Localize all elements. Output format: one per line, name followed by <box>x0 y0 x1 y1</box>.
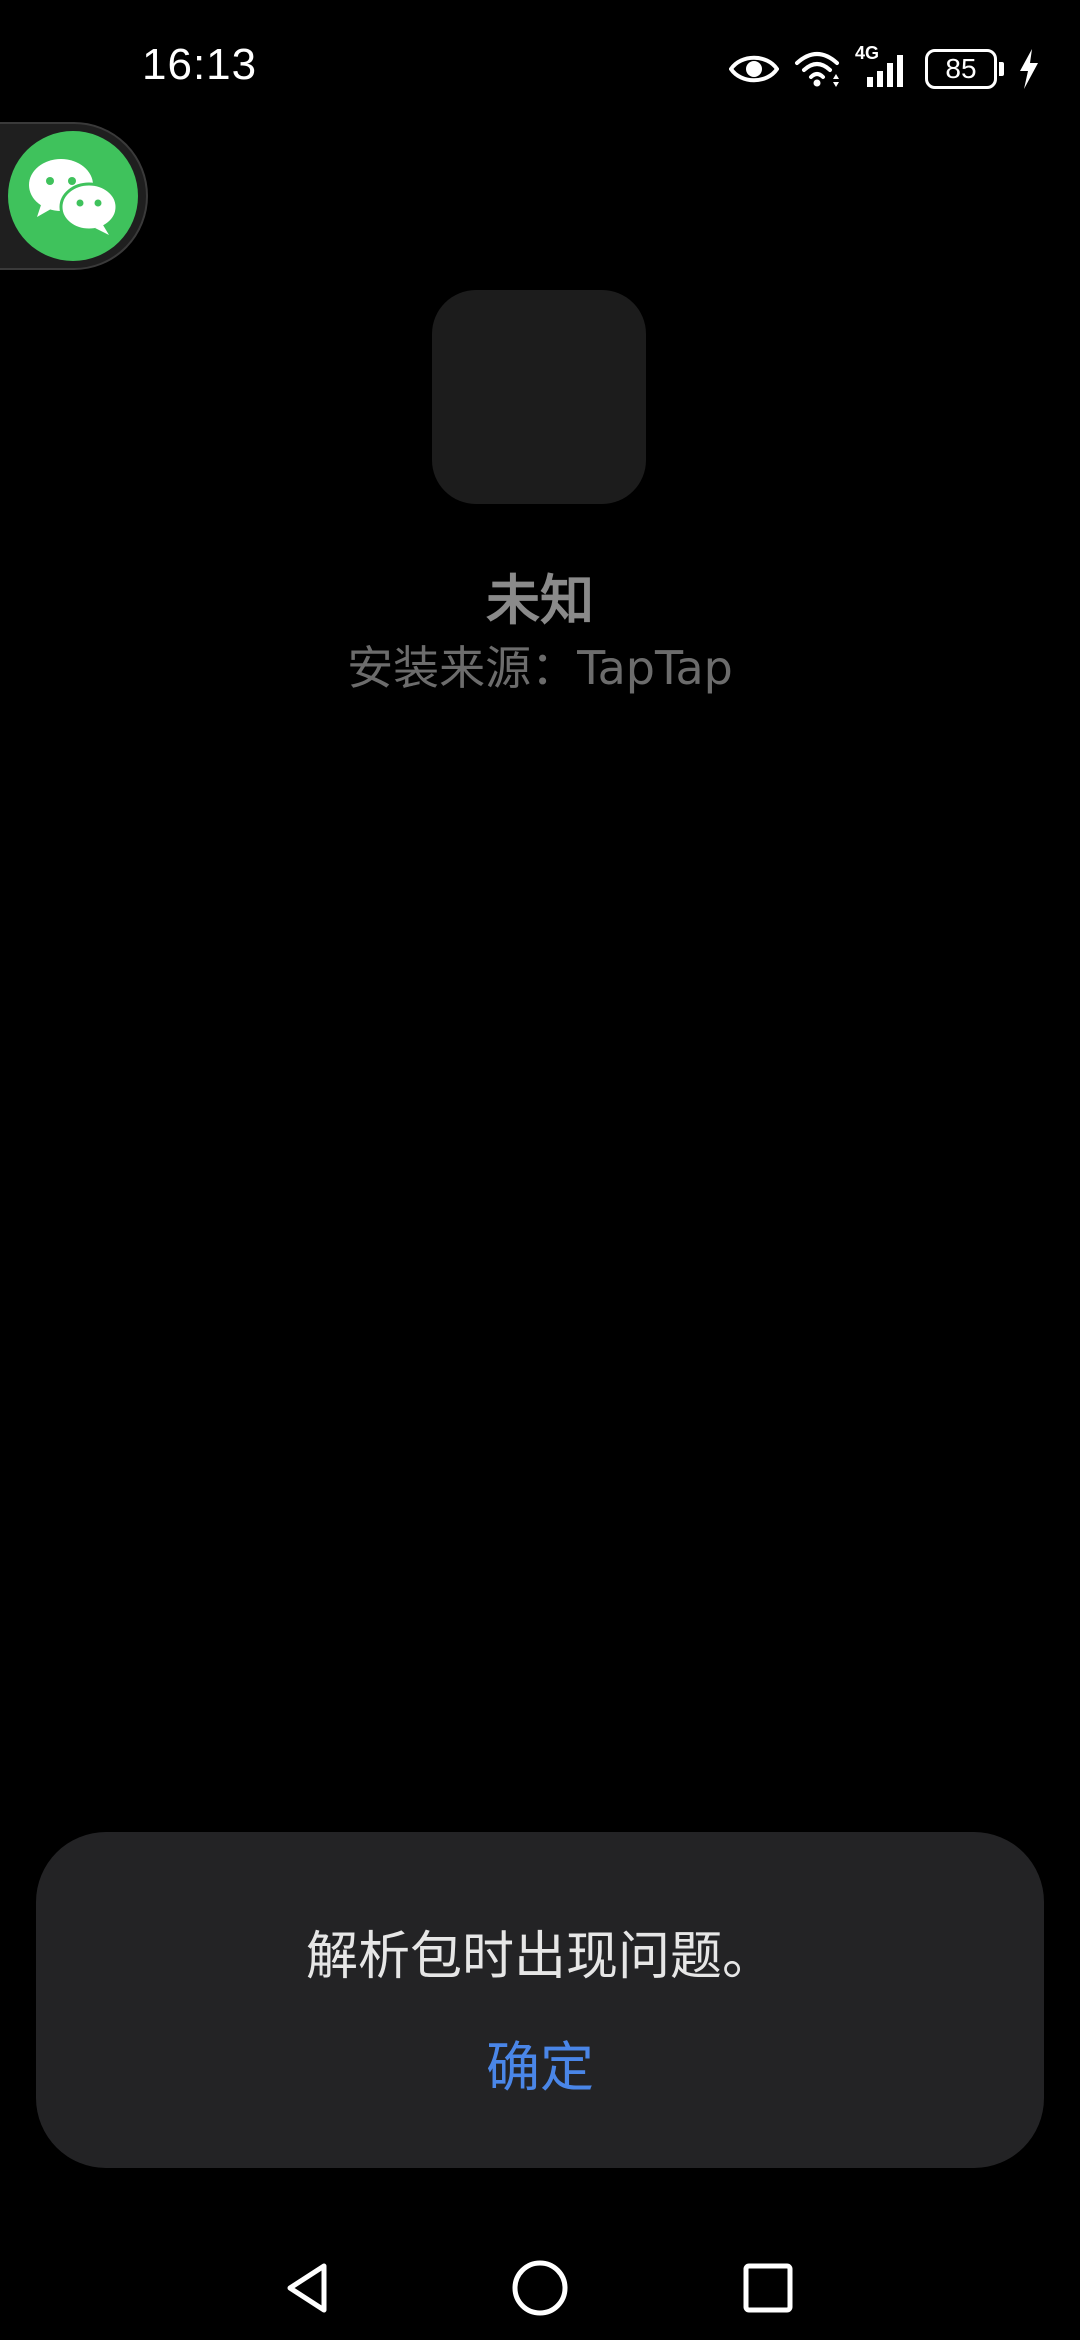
eye-icon <box>729 52 779 86</box>
wifi-icon <box>793 49 841 89</box>
battery-tip <box>999 62 1004 76</box>
wechat-icon <box>8 131 138 261</box>
app-icon-placeholder <box>432 290 646 504</box>
app-name: 未知 <box>486 569 594 632</box>
navigation-bar <box>0 2220 1080 2340</box>
confirm-button[interactable]: 确定 <box>440 2028 640 2108</box>
status-icons: 4G 85 <box>729 43 1040 94</box>
dialog-message: 解析包时出现问题。 <box>305 1927 774 1987</box>
install-source: 安装来源：TapTap <box>347 641 733 695</box>
battery-level: 85 <box>925 49 997 89</box>
battery-icon: 85 <box>925 49 1004 89</box>
back-button[interactable] <box>268 2250 348 2330</box>
screen: 16:13 4G 85 未知 安装来源：TapTap 解析包时出现问题。 确定 <box>0 0 1080 2340</box>
back-triangle-icon <box>280 2260 336 2320</box>
recents-square-icon <box>740 2260 796 2320</box>
home-button[interactable] <box>500 2250 580 2330</box>
recents-button[interactable] <box>728 2250 808 2330</box>
network-type-label: 4G <box>855 43 880 63</box>
floating-wechat-bubble[interactable] <box>0 122 148 270</box>
status-time: 16:13 <box>142 40 258 89</box>
charging-bolt-icon <box>1018 49 1040 89</box>
status-bar: 16:13 4G 85 <box>0 0 1080 130</box>
cellular-signal-icon: 4G <box>855 43 911 89</box>
error-dialog: 解析包时出现问题。 确定 <box>36 1832 1044 2168</box>
home-circle-icon <box>510 2258 570 2322</box>
